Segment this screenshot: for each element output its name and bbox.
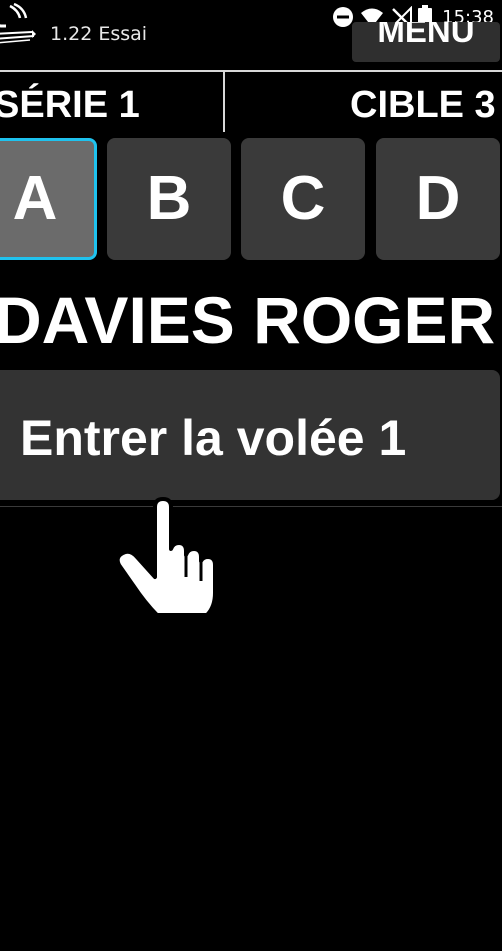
enter-volley-button[interactable]: Entrer la volée 1	[0, 370, 500, 500]
app-version-label: 1.22 Essai	[50, 23, 148, 45]
archer-name: DAVIES ROGER	[0, 283, 496, 357]
archer-tab-label: C	[280, 164, 326, 233]
cible-label: CIBLE 3	[350, 84, 496, 126]
archer-tab-label: B	[146, 164, 192, 233]
archer-tab-a[interactable]: A	[0, 138, 97, 260]
archer-tab-d[interactable]: D	[376, 138, 500, 260]
serie-label: SÉRIE 1	[0, 84, 140, 126]
dnd-icon	[333, 7, 354, 27]
menu-button-label: MENU	[377, 22, 475, 49]
menu-button[interactable]: MENU	[352, 22, 500, 62]
enter-volley-label: Entrer la volée 1	[20, 410, 407, 466]
hand-pointer-icon	[115, 497, 217, 617]
header-divider	[0, 70, 502, 72]
app-screen: 1.22 Essai 15:38 MENU SÉRIE 1 CIBLE 3 A …	[0, 0, 502, 951]
content-divider	[0, 506, 502, 507]
app-logo-icon	[0, 2, 36, 44]
archer-tab-b[interactable]: B	[107, 138, 231, 260]
archer-tab-label: D	[415, 164, 461, 233]
archer-tab-label: A	[12, 164, 58, 233]
archer-tab-c[interactable]: C	[241, 138, 365, 260]
header-vertical-divider	[223, 72, 225, 132]
